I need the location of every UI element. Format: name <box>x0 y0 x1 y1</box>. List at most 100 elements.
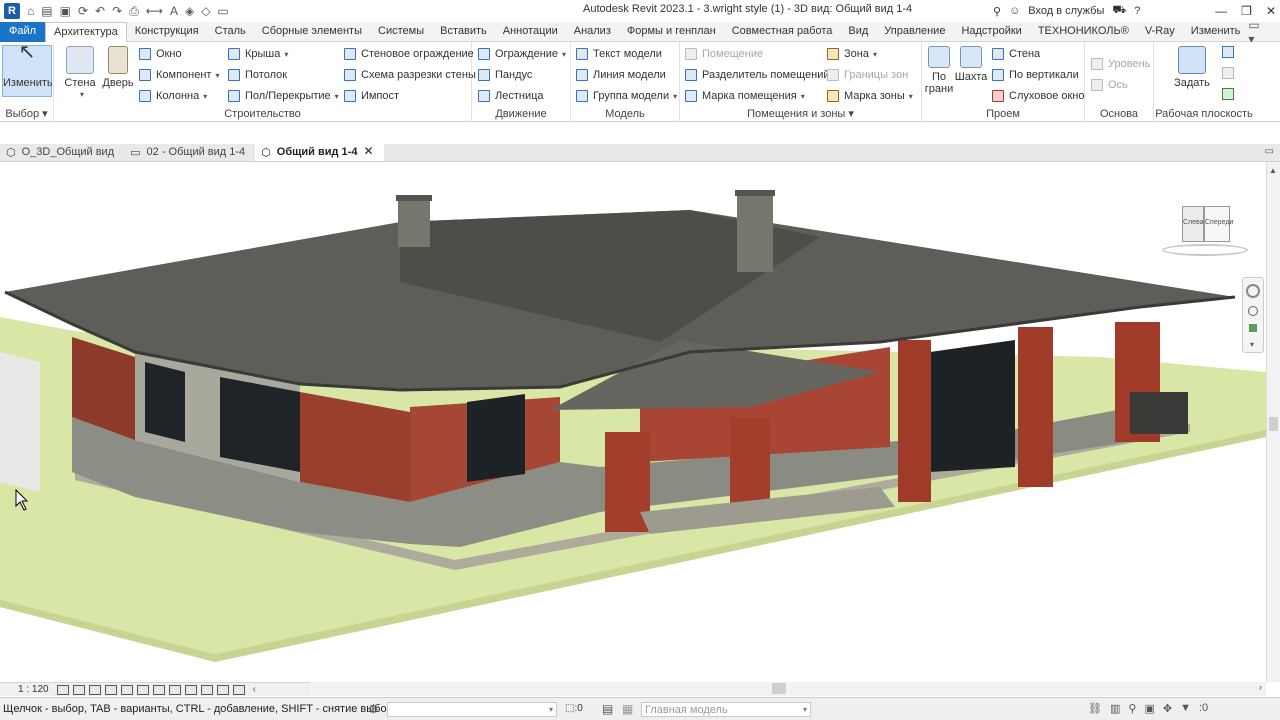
text-icon[interactable]: A <box>170 4 178 18</box>
set-workplane-button[interactable]: Задать <box>1170 46 1214 89</box>
grid-button[interactable]: Ось <box>1091 77 1128 93</box>
tab-massing-site[interactable]: Формы и генплан <box>619 22 724 42</box>
tab-collaborate[interactable]: Совместная работа <box>724 22 841 42</box>
model-text-button[interactable]: Текст модели <box>576 46 662 62</box>
vertical-scrollbar[interactable]: ▲ <box>1266 162 1280 682</box>
temp-hide-icon[interactable] <box>184 684 197 695</box>
zoom-icon[interactable] <box>1248 306 1258 316</box>
tab-precast[interactable]: Сборные элементы <box>254 22 370 42</box>
tab-annotate[interactable]: Аннотации <box>495 22 566 42</box>
mullion-button[interactable]: Импост <box>344 88 399 104</box>
undo-icon[interactable]: ↶ <box>95 4 105 18</box>
lock-view-icon[interactable] <box>168 684 181 695</box>
workset-dropdown[interactable]: ▾ <box>387 702 557 717</box>
tab-systems[interactable]: Системы <box>370 22 432 42</box>
railing-button[interactable]: Ограждение ▾ <box>478 46 566 62</box>
tab-structure[interactable]: Конструкция <box>127 22 207 42</box>
room-tag-button[interactable]: Марка помещения ▾ <box>685 88 805 104</box>
home-icon[interactable]: ⌂ <box>27 4 34 18</box>
restore-button[interactable]: ❐ <box>1241 4 1252 18</box>
building-3d-model[interactable] <box>0 162 1266 682</box>
tab-file[interactable]: Файл <box>0 22 46 42</box>
open-icon[interactable]: ▤ <box>41 4 52 18</box>
visual-style-icon[interactable] <box>72 684 85 695</box>
user-icon[interactable]: ☺ <box>1009 5 1020 17</box>
wall-opening-button[interactable]: Стена <box>992 46 1040 62</box>
analytical-icon[interactable] <box>216 684 229 695</box>
view-tab-02-overall[interactable]: ▭ 02 - Общий вид 1-4 <box>124 144 255 161</box>
close-tab-icon[interactable]: ✕ <box>363 145 373 157</box>
revit-logo-icon[interactable]: R <box>4 3 20 19</box>
binoculars-icon[interactable]: ⚲ <box>993 5 1001 18</box>
panel-rooms-title[interactable]: Помещения и зоны ▾ <box>680 107 921 120</box>
section-icon[interactable]: ◇ <box>201 4 210 18</box>
drag-on-selection-icon[interactable]: ✥ <box>1163 702 1172 715</box>
steering-wheel-icon[interactable] <box>1246 284 1260 298</box>
tab-analyze[interactable]: Анализ <box>566 22 619 42</box>
close-hidden-icon[interactable]: ▭ <box>217 4 228 18</box>
print-icon[interactable]: ⎙ <box>129 4 139 18</box>
shadows-icon[interactable] <box>104 684 117 695</box>
floor-button[interactable]: Пол/Перекрытие ▾ <box>228 88 339 104</box>
design-options-icon[interactable]: ▤ <box>602 702 613 716</box>
viewcube-face-left[interactable]: Слева <box>1182 206 1204 242</box>
select-pinned-icon[interactable]: ⚲ <box>1128 702 1136 715</box>
view-tab-active[interactable]: ⬡ Общий вид 1-4 ✕ <box>255 144 384 161</box>
shaft-button[interactable]: Шахта <box>954 46 988 83</box>
minimize-button[interactable]: — <box>1215 4 1227 18</box>
ceiling-button[interactable]: Потолок <box>228 67 287 83</box>
model-group-button[interactable]: Группа модели ▾ <box>576 88 677 104</box>
tab-insert[interactable]: Вставить <box>432 22 495 42</box>
view-scale[interactable]: 1 : 120 <box>0 684 57 695</box>
room-separator-button[interactable]: Разделитель помещений <box>685 67 830 83</box>
tab-addins[interactable]: Надстройки <box>953 22 1029 42</box>
scroll-right-icon[interactable]: › <box>1259 682 1262 692</box>
scroll-up-icon[interactable]: ▲ <box>1269 166 1277 175</box>
area-button[interactable]: Зона ▾ <box>827 46 877 62</box>
design-option-dropdown[interactable]: Главная модель ▾ <box>641 702 811 717</box>
filter-icon[interactable]: ▼ <box>1180 702 1191 715</box>
crop-view-icon[interactable] <box>136 684 149 695</box>
tab-architecture[interactable]: Архитектура <box>45 22 127 42</box>
highlight-icon[interactable] <box>232 684 245 695</box>
modify-button[interactable]: ↖ Изменить <box>2 42 53 97</box>
tab-technonicol[interactable]: ТЕХНОНИКОЛЬ® <box>1030 22 1137 42</box>
by-face-button[interactable]: По грани <box>922 46 956 95</box>
view-tab-3d-overall[interactable]: ⬡ О_3D_Общий вид <box>0 144 124 161</box>
workset-icon[interactable]: ⚙ <box>368 702 379 716</box>
redo-icon[interactable]: ↷ <box>112 4 122 18</box>
hscroll-thumb[interactable] <box>772 683 786 694</box>
viewcube[interactable]: Слева Спереди <box>1158 200 1252 258</box>
login-label[interactable]: Вход в службы <box>1028 5 1104 17</box>
wall-dropdown-icon[interactable]: ▾ <box>62 89 102 101</box>
show-crop-icon[interactable] <box>152 684 165 695</box>
tab-view[interactable]: Вид <box>840 22 876 42</box>
component-button[interactable]: Компонент ▾ <box>139 67 219 83</box>
viewcube-face-front[interactable]: Спереди <box>1204 206 1233 242</box>
tab-vray[interactable]: V-Ray <box>1137 22 1183 42</box>
3d-view-icon[interactable]: ◈ <box>185 4 194 18</box>
area-tag-button[interactable]: Марка зоны ▾ <box>827 88 913 104</box>
tab-modify[interactable]: Изменить <box>1183 22 1249 42</box>
design-option-lock-icon[interactable]: ▦ <box>622 702 633 716</box>
vertical-opening-button[interactable]: По вертикали <box>992 67 1079 83</box>
collapse-bar-icon[interactable]: ‹ <box>249 684 256 695</box>
door-button[interactable]: Дверь <box>96 46 140 89</box>
cart-icon[interactable]: ⛟ <box>1112 4 1126 18</box>
model-line-button[interactable]: Линия модели <box>576 67 666 83</box>
dormer-button[interactable]: Слуховое окно <box>992 88 1085 104</box>
detail-level-icon[interactable] <box>56 684 69 695</box>
room-button[interactable]: Помещение <box>685 46 763 62</box>
render-icon[interactable] <box>120 684 133 695</box>
zoom-region-icon[interactable] <box>1249 324 1257 332</box>
area-boundary-button[interactable]: Границы зон <box>827 67 908 83</box>
ribbon-toggle-icon[interactable]: ▭ ▾ <box>1248 18 1280 46</box>
show-workplane-icon[interactable] <box>1222 46 1234 58</box>
viewer-icon[interactable] <box>1222 88 1234 100</box>
roof-button[interactable]: Крыша ▾ <box>228 46 288 62</box>
nav-dropdown-icon[interactable]: ▾ <box>1250 340 1254 349</box>
help-icon[interactable]: ? <box>1134 5 1140 17</box>
curtain-wall-button[interactable]: Стеновое ограждение <box>344 46 474 62</box>
ref-plane-icon[interactable] <box>1222 67 1234 79</box>
sync-icon[interactable]: ⟳ <box>78 4 88 18</box>
